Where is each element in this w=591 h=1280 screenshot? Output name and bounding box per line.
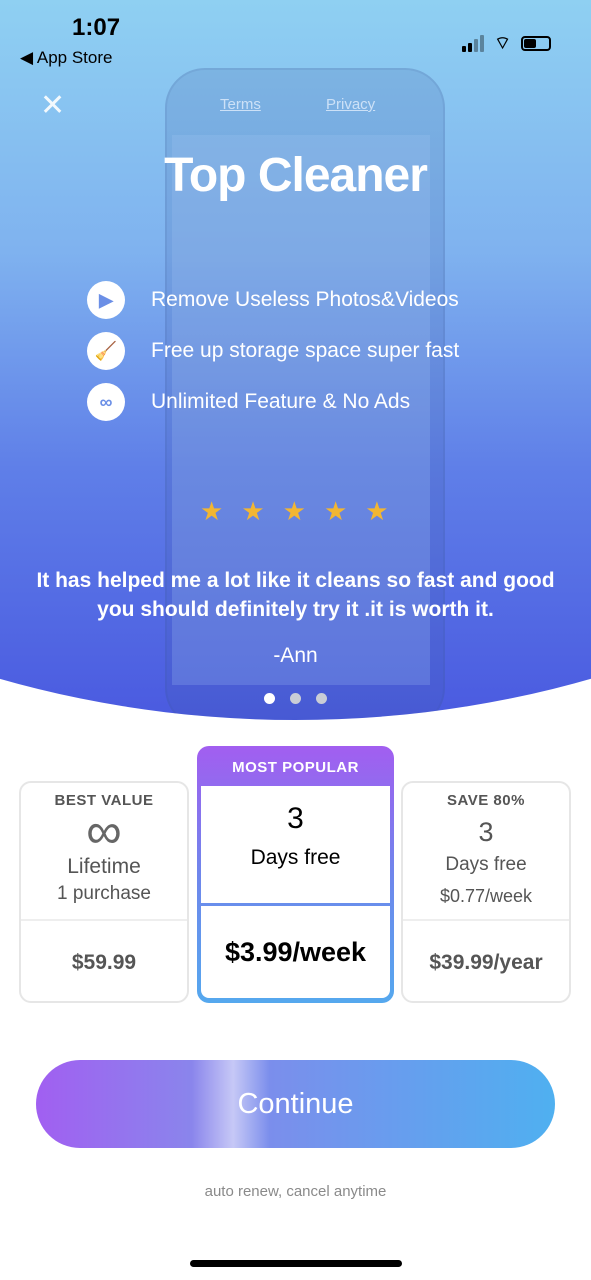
wifi-icon: ⌔ [494,33,511,53]
plan-weekly[interactable]: MOST POPULAR 3 Days free $3.99/week [197,746,394,1003]
feature-text: Remove Useless Photos&Videos [151,288,459,311]
hero-banner: 1:07 ◀ App Store ⌔ ✕ Terms Privacy Top C… [0,0,591,720]
home-indicator[interactable] [190,1260,402,1267]
infinity-icon: ∞ [87,383,125,421]
star-icon: ★ [365,496,389,526]
review-author: -Ann [273,644,318,667]
feature-text: Unlimited Feature & No Ads [151,390,411,413]
plan-subtitle: $0.77/week [439,886,533,906]
signal-icon [462,35,485,52]
trial-days: 3 [478,817,494,847]
plan-trial-label: Days free [250,846,341,869]
star-icon: ★ [200,496,224,526]
carousel-dot[interactable] [316,693,327,704]
plan-trial-label: Days free [445,854,527,875]
close-button[interactable]: ✕ [40,88,65,123]
clock: 1:07 [72,14,121,41]
review-text: It has helped me a lot like it cleans so… [36,569,555,621]
continue-button[interactable]: Continue [36,1060,555,1148]
plan-badge: MOST POPULAR [232,759,359,776]
carousel-dots[interactable] [264,693,327,704]
star-icon: ★ [282,496,306,526]
feature-item: ▶ Remove Useless Photos&Videos [87,281,459,319]
app-title: Top Cleaner [164,149,428,202]
carousel-dot[interactable] [290,693,301,704]
plan-yearly[interactable]: SAVE 80% 3 Days free $0.77/week $39.99/y… [401,781,571,1003]
plan-badge: SAVE 80% [447,792,525,809]
renewal-note: auto renew, cancel anytime [204,1183,387,1200]
plan-price: $59.99 [71,951,137,974]
terms-link[interactable]: Terms [220,96,261,113]
plan-price: $3.99/week [201,906,390,998]
star-rating: ★ ★ ★ ★ ★ [200,496,389,527]
feature-item: 🧹 Free up storage space super fast [87,332,459,370]
feature-item: ∞ Unlimited Feature & No Ads [87,383,410,421]
privacy-link[interactable]: Privacy [326,96,375,113]
plan-duration: Lifetime [67,855,141,878]
plan-lifetime[interactable]: BEST VALUE ∞ Lifetime 1 purchase $59.99 [19,781,189,1003]
broom-icon: 🧹 [87,332,125,370]
trial-days: 3 [287,802,304,835]
carousel-dot[interactable] [264,693,275,704]
star-icon: ★ [241,496,265,526]
plan-price: $39.99/year [429,951,543,974]
video-icon: ▶ [87,281,125,319]
star-icon: ★ [323,496,348,526]
battery-icon [521,36,551,51]
infinity-icon: ∞ [86,803,122,859]
back-to-app-store[interactable]: ◀ App Store [20,48,112,68]
feature-text: Free up storage space super fast [151,339,460,362]
plan-subtitle: 1 purchase [56,883,151,904]
